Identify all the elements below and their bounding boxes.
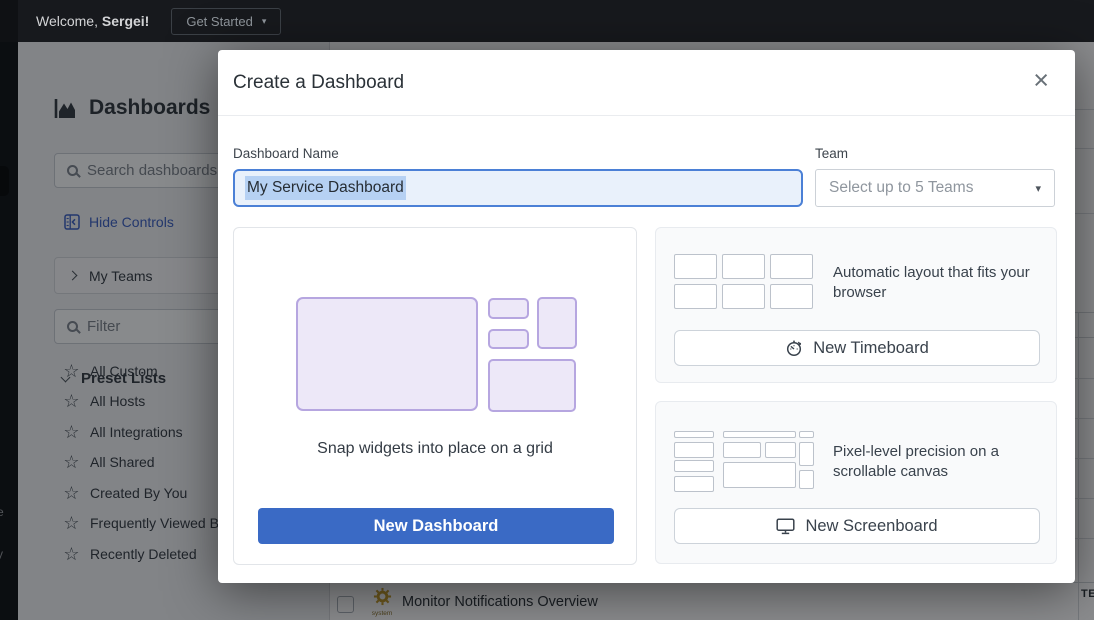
widget-placeholder [799,442,814,466]
widget-placeholder [770,254,813,279]
modal-title: Create a Dashboard [233,72,404,94]
screenboard-card: Pixel-level precision on a scrollable ca… [655,401,1057,564]
chevron-down-icon: ▾ [262,16,267,27]
new-screenboard-label: New Screenboard [805,517,937,536]
widget-placeholder [674,254,717,279]
widget-placeholder [723,431,796,438]
new-dashboard-button[interactable]: New Dashboard [258,508,614,544]
modal-header: Create a Dashboard × [218,50,1075,116]
widget-placeholder [488,359,576,412]
widget-placeholder [770,284,813,309]
welcome-prefix: Welcome, [36,13,98,29]
widget-placeholder [674,431,714,438]
widget-placeholder [537,297,577,349]
widget-placeholder [674,442,714,458]
widget-placeholder [674,460,714,472]
get-started-label: Get Started [186,14,252,29]
widget-placeholder [723,442,761,458]
create-dashboard-modal: Create a Dashboard × Dashboard Name My S… [218,50,1075,583]
grid-dashboard-card: Snap widgets into place on a grid New Da… [233,227,637,565]
close-icon[interactable]: × [1033,67,1049,94]
widget-placeholder [674,284,717,309]
dashboard-name-value: My Service Dashboard [245,176,406,200]
screenboard-monitor-icon [776,518,795,535]
widget-placeholder [722,284,765,309]
welcome-message: Welcome, Sergei! [36,13,149,29]
grid-layout-illustration [296,297,638,412]
team-label: Team [815,146,848,161]
welcome-username: Sergei! [102,13,149,29]
timeboard-card-caption: Automatic layout that fits your browser [833,263,1049,302]
screenboard-illustration [674,431,815,492]
new-screenboard-button[interactable]: New Screenboard [674,508,1040,544]
widget-placeholder [799,431,814,438]
widget-placeholder [765,442,796,458]
screenboard-card-caption: Pixel-level precision on a scrollable ca… [833,442,1049,481]
widget-placeholder [488,298,529,319]
get-started-button[interactable]: Get Started ▾ [171,8,281,35]
widget-placeholder [488,329,529,349]
chevron-down-icon: ▾ [1035,182,1041,195]
widget-placeholder [722,254,765,279]
new-timeboard-button[interactable]: New Timeboard [674,330,1040,366]
timeboard-illustration [674,254,815,309]
widget-placeholder [674,476,714,492]
widget-placeholder [799,470,814,489]
dashboard-name-label: Dashboard Name [233,146,339,161]
timeboard-clock-icon [785,339,803,357]
widget-placeholder [296,297,478,411]
topbar: Welcome, Sergei! Get Started ▾ [0,0,1094,42]
new-timeboard-label: New Timeboard [813,339,929,358]
grid-card-caption: Snap widgets into place on a grid [234,440,636,458]
widget-placeholder [723,462,796,488]
timeboard-card: Automatic layout that fits your browser … [655,227,1057,383]
dashboard-name-input[interactable]: My Service Dashboard [233,169,803,207]
team-select[interactable]: Select up to 5 Teams ▾ [815,169,1055,207]
team-select-placeholder: Select up to 5 Teams [829,179,973,197]
